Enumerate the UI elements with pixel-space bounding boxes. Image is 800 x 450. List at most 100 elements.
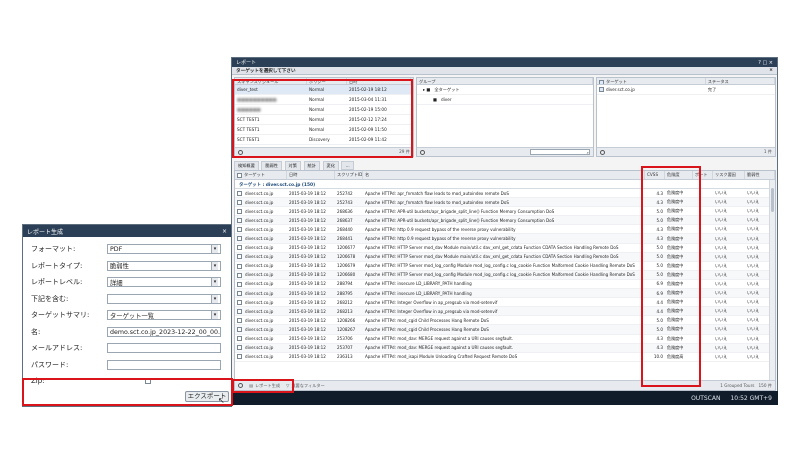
form-text-input[interactable] (107, 359, 221, 370)
result-d-cell: 2015-03-19 18:12 (289, 317, 326, 323)
chevron-down-icon[interactable]: ▾ (211, 294, 218, 303)
chevron-down-icon[interactable]: ▾ (211, 245, 218, 253)
result-r-cell: いいえ (715, 290, 728, 296)
form-label: 下記を含む: (31, 294, 69, 303)
row-checkbox[interactable] (235, 290, 243, 296)
col-r-target[interactable]: ターゲット (235, 171, 287, 179)
row-checkbox[interactable] (235, 199, 243, 205)
result-name-cell: Apache HTTPd: HTTP Server mod_dav Module… (365, 245, 619, 251)
result-name-cell: Apache HTTPd: Integer Overflow in ap_pre… (365, 308, 498, 314)
result-r-cell: いいえ (715, 217, 728, 223)
chevron-down-icon[interactable]: ▾ (211, 311, 218, 319)
result-name-cell: Apache HTTPd: insecure LD_LIBRARY_PATH h… (365, 281, 472, 287)
row-checkbox[interactable] (235, 309, 243, 315)
row-checkbox[interactable] (235, 354, 243, 360)
group-search-input[interactable]: ⌕ (530, 149, 590, 155)
row-checkbox[interactable] (235, 236, 243, 242)
col-group[interactable]: グループ (417, 78, 593, 84)
refresh-icon[interactable] (600, 149, 605, 155)
row-checkbox[interactable] (235, 227, 243, 233)
result-id-cell: 288794 (337, 281, 353, 287)
result-id-cell: 268212 (337, 299, 353, 305)
result-r-cell: いいえ (715, 317, 728, 323)
result-t-cell: diver.sct.co.jp (245, 317, 274, 323)
result-r-cell: いいえ (715, 353, 728, 359)
result-id-cell: 268637 (337, 217, 353, 223)
result-t-cell: diver.sct.co.jp (245, 326, 274, 332)
row-checkbox[interactable] (235, 281, 243, 287)
dialog-titlebar: レポート生成 × (23, 225, 231, 237)
row-checkbox[interactable] (235, 345, 243, 351)
tab-more[interactable]: … (341, 161, 354, 170)
target-checkbox[interactable] (599, 87, 604, 93)
form-select[interactable]: ▾ (107, 293, 221, 304)
row-checkbox[interactable] (235, 190, 243, 196)
close-icon[interactable]: × (769, 68, 773, 73)
group-row-label: ターゲット : diver.sct.co.jp (150) (239, 183, 316, 188)
result-r-cell: いいえ (715, 253, 728, 259)
row-checkbox[interactable] (235, 327, 243, 333)
important-filter-label: 重要なフィルター (291, 382, 325, 388)
col-r-date[interactable]: 日時 (287, 171, 335, 179)
form-text-input[interactable] (107, 343, 221, 353)
tree-child-label: diver (440, 97, 452, 102)
form-select[interactable]: PDF ▾ (107, 244, 221, 254)
row-checkbox[interactable] (235, 208, 243, 214)
select-value: PDF (110, 245, 123, 253)
result-name-cell: Apache HTTPd: mod_dav: MERGE request aga… (365, 336, 514, 342)
result-d-cell: 2015-03-19 18:12 (289, 272, 326, 278)
chevron-down-icon[interactable]: ▾ (211, 261, 218, 270)
result-t-cell: diver.sct.co.jp (245, 263, 274, 269)
target-count: 1 件 (763, 149, 772, 154)
row-checkbox[interactable] (235, 272, 243, 278)
close-icon[interactable]: × (222, 228, 227, 235)
result-name-cell: Apache HTTPd: http 0.9 request bypass of… (365, 226, 516, 232)
result-id-cell: 1206677 (337, 245, 356, 251)
row-checkbox[interactable] (235, 263, 243, 269)
result-name-cell: Apache HTTPd: mod_isapi Module Unloading… (365, 354, 518, 360)
result-name-cell: Apache HTTPd: HTTP Server mod_log_config… (365, 272, 635, 278)
col-target[interactable]: ターゲット (597, 78, 706, 84)
result-d-cell: 2015-03-19 18:12 (289, 208, 326, 214)
result-id-cell: 288795 (337, 290, 353, 296)
form-text-input[interactable]: demo.sct.co.jp_2023-12-22_00_00.pdf (107, 326, 221, 337)
col-status[interactable]: ステータス (706, 78, 775, 84)
result-t-cell: diver.sct.co.jp (245, 208, 274, 214)
result-r-cell: いいえ (715, 335, 728, 341)
scrollbar-thumb[interactable] (771, 188, 774, 212)
row-checkbox[interactable] (235, 299, 243, 305)
row-checkbox[interactable] (235, 218, 243, 224)
col-r-vuln[interactable]: 脆弱性 (745, 171, 775, 179)
clock-label: 10:52 GMT+9 (730, 394, 772, 402)
col-r-risk[interactable]: リスク要因 (713, 171, 745, 179)
result-t-cell: diver.sct.co.jp (245, 236, 274, 242)
row-checkbox[interactable] (235, 318, 243, 324)
result-name-cell: Apache HTTPd: APR-util buckets/apr_briga… (365, 208, 555, 214)
window-controls-icon[interactable]: ? □ × (758, 60, 773, 66)
result-d-cell: 2015-03-19 18:12 (289, 263, 326, 269)
row-checkbox[interactable] (235, 336, 243, 342)
result-id-cell: 268213 (337, 308, 353, 314)
form-select[interactable]: 詳細 ▾ (107, 277, 221, 287)
tree-root[interactable]: ▸ ■ 全ターゲット (417, 85, 593, 95)
result-t-cell: diver.sct.co.jp (245, 345, 274, 351)
result-d-cell: 2015-03-19 18:12 (289, 299, 326, 305)
form-select[interactable]: ターゲット一覧 ▾ (107, 310, 221, 320)
result-r-cell: いいえ (715, 244, 728, 250)
select-all-checkbox[interactable] (599, 79, 604, 84)
col-r-script[interactable]: スクリプトID (335, 171, 363, 179)
select-all-checkbox[interactable] (237, 172, 242, 178)
chevron-down-icon[interactable]: ▾ (211, 278, 218, 286)
tree-child[interactable]: ■ diver (417, 95, 593, 105)
target-row[interactable]: diver.sct.co.jp 完了 (597, 85, 775, 95)
refresh-icon[interactable] (420, 149, 425, 155)
results-scrollbar[interactable] (769, 180, 775, 382)
form-select[interactable]: 脆弱性 ▾ (107, 260, 221, 271)
result-id-cell: 253707 (337, 345, 353, 351)
result-t-cell: diver.sct.co.jp (245, 217, 274, 223)
search-icon[interactable]: ⌕ (587, 150, 589, 155)
result-d-cell: 2015-03-19 18:12 (289, 199, 326, 205)
row-checkbox[interactable] (235, 245, 243, 251)
col-r-name[interactable]: 名 (363, 171, 645, 179)
row-checkbox[interactable] (235, 254, 243, 260)
